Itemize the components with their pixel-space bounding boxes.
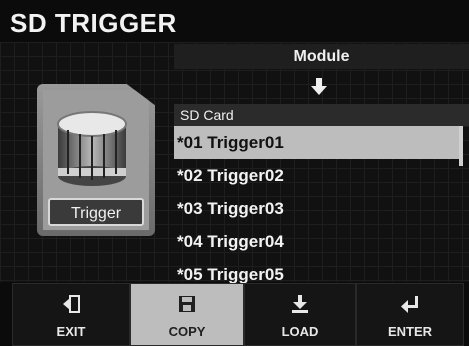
exit-button[interactable]: EXIT bbox=[12, 283, 130, 346]
list-item[interactable]: *03 Trigger03 bbox=[174, 192, 461, 225]
screen-title: SD TRIGGER bbox=[10, 8, 177, 38]
enter-button[interactable]: ENTER bbox=[356, 283, 464, 346]
exit-icon bbox=[63, 295, 80, 313]
load-label: LOAD bbox=[281, 324, 319, 339]
copy-button[interactable]: COPY bbox=[130, 283, 244, 346]
download-icon bbox=[292, 295, 308, 313]
drum-icon bbox=[57, 111, 127, 186]
exit-label: EXIT bbox=[56, 324, 86, 339]
enter-icon bbox=[401, 296, 418, 313]
copy-label: COPY bbox=[168, 324, 206, 339]
sd-card-list: *01 Trigger01 *02 Trigger02 *03 Trigger0… bbox=[174, 126, 461, 291]
scrollbar[interactable] bbox=[459, 126, 463, 166]
list-item[interactable]: *01 Trigger01 bbox=[174, 126, 461, 159]
list-item[interactable]: *02 Trigger02 bbox=[174, 159, 461, 192]
module-header: Module bbox=[174, 44, 469, 69]
load-button[interactable]: LOAD bbox=[244, 283, 356, 346]
sd-card-header: SD Card bbox=[174, 104, 469, 126]
list-item[interactable]: *04 Trigger04 bbox=[174, 225, 461, 258]
arrow-down-icon bbox=[311, 78, 327, 95]
save-icon bbox=[179, 296, 195, 312]
enter-label: ENTER bbox=[387, 324, 433, 339]
trigger-label: Trigger bbox=[48, 198, 144, 226]
